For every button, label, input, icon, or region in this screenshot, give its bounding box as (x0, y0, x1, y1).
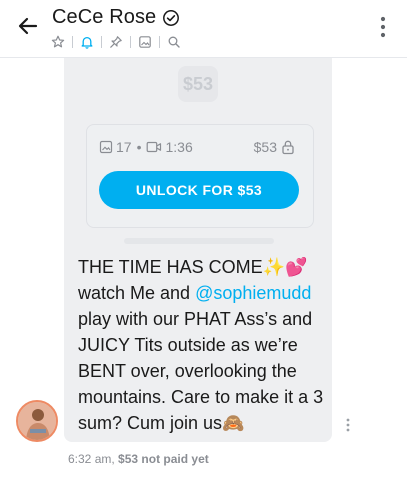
avatar[interactable] (16, 400, 58, 442)
message-options-icon[interactable] (345, 418, 351, 432)
media-info: 17 • 1:36 (99, 139, 193, 155)
separator-dot: • (136, 139, 142, 155)
post-price: $53 (253, 139, 277, 155)
message-meta: 6:32 am, $53 not paid yet (68, 452, 209, 466)
pin-icon[interactable] (108, 34, 124, 50)
price-lock: $53 (254, 139, 295, 155)
payment-status: $53 not paid yet (118, 452, 209, 466)
bell-icon[interactable] (79, 34, 95, 50)
lock-icon (281, 139, 295, 155)
divider (159, 36, 160, 48)
back-arrow-icon[interactable] (14, 12, 42, 40)
message-text-part2: play with our PHAT Ass’s and JUICY Tits … (78, 309, 324, 433)
unlock-button[interactable]: UNLOCK FOR $53 (99, 171, 299, 209)
message-time: 6:32 am, (68, 452, 115, 466)
message-bubble: $53 17 • 1:36 $53 UNLOCK FOR $53 THE TIM… (64, 58, 332, 442)
chat-title[interactable]: CeCe Rose (52, 6, 156, 29)
divider (130, 36, 131, 48)
star-icon[interactable] (50, 34, 66, 50)
verified-badge-icon (163, 9, 180, 26)
video-duration: 1:36 (165, 139, 193, 155)
image-icon (99, 140, 113, 154)
image-icon[interactable] (137, 34, 153, 50)
mention-link[interactable]: @sophiemudd (195, 283, 311, 303)
chat-header: CeCe Rose (0, 0, 407, 58)
chat-actions (50, 34, 186, 50)
chat-title-row[interactable]: CeCe Rose (52, 6, 180, 29)
message-text: THE TIME HAS COME✨💕 watch Me and @sophie… (78, 254, 324, 436)
more-options-icon[interactable] (379, 16, 387, 38)
blurred-price-preview: $53 (178, 66, 218, 102)
video-icon (146, 140, 162, 154)
media-count: 17 (116, 139, 132, 155)
locked-media-card: 17 • 1:36 $53 UNLOCK FOR $53 (86, 124, 314, 228)
search-icon[interactable] (166, 34, 182, 50)
divider (72, 36, 73, 48)
blurred-caption (124, 238, 274, 244)
divider (101, 36, 102, 48)
